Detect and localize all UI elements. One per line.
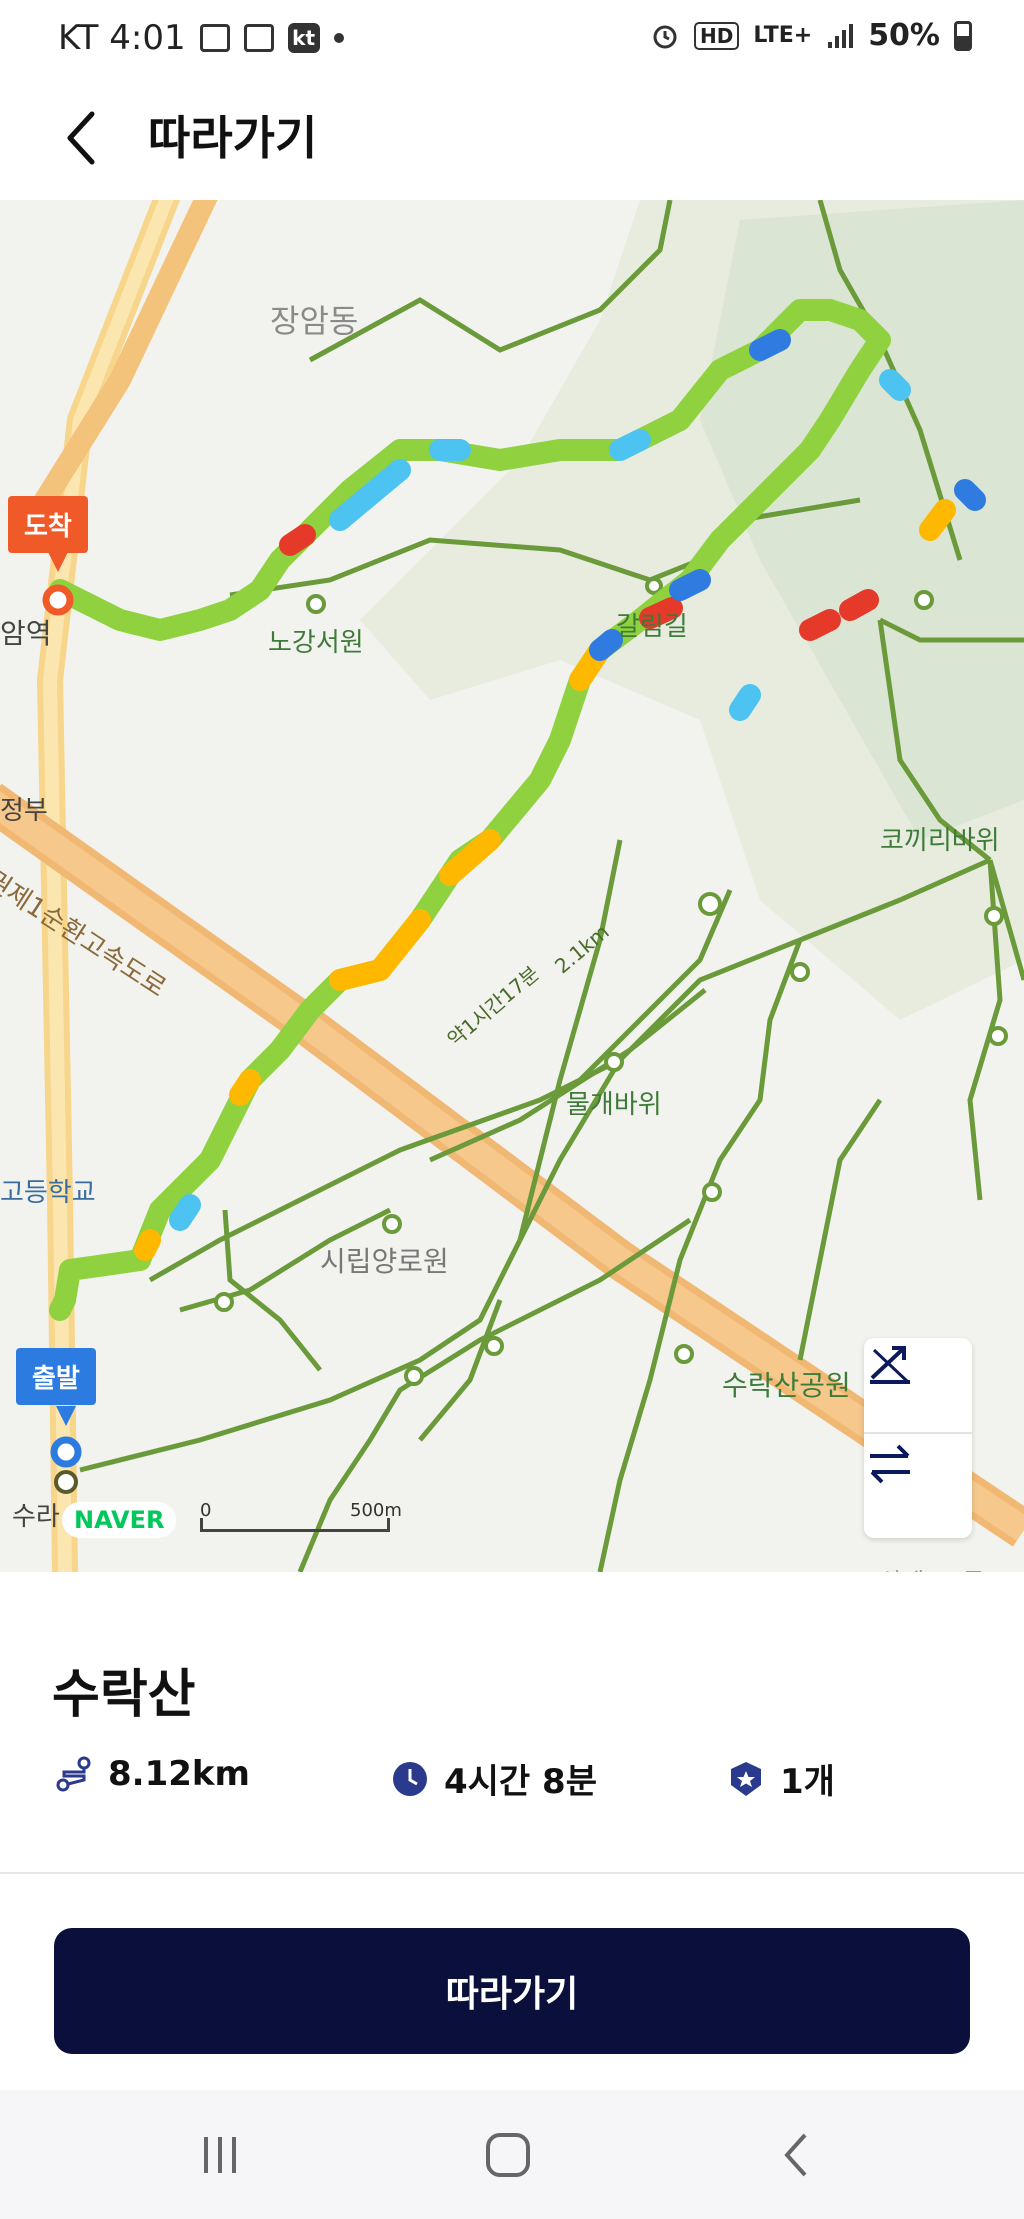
map-label-mulgae: 물개바위 [566,1090,662,1120]
image-icon [199,24,230,52]
hd-icon: HD [693,21,740,50]
status-right: HD LTE+ 50% [650,18,972,53]
map-label-station: 암역 [0,617,52,650]
trail-summary: 수락산 8.12km 4시간 8분 1개 [0,1572,1024,1872]
map-scale-bar [200,1518,390,1532]
signal-icon [826,22,854,50]
slope-icon [870,1346,910,1384]
map-label-suraksan-park: 수락산공원 [722,1369,851,1402]
system-nav-bar [0,2090,1024,2219]
dot-icon [333,33,344,43]
battery-icon [954,20,972,51]
header: 따라가기 [0,80,1024,200]
calendar-icon [243,24,274,52]
distance-value: 8.12km [108,1754,250,1794]
route-icon [56,1756,91,1792]
status-bar: KT 4:01 kt HD LTE+ 50% [0,0,1024,80]
map-label-jangam: 장암동 [270,302,359,340]
alarm-icon [650,21,680,51]
badge-count: 1개 [780,1762,835,1802]
status-left: KT 4:01 kt [58,18,344,58]
recent-apps-button[interactable] [180,2120,260,2190]
back-button[interactable] [52,108,112,168]
duration-value: 4시간 8분 [444,1762,597,1802]
follow-button[interactable]: 따라가기 [54,1928,970,2054]
map-controls [864,1338,972,1538]
map-label-kokkiri: 코끼리바위 [880,826,1000,856]
map-label-yangrowon: 시립양로원 [320,1245,449,1278]
network-type: LTE+ [753,23,813,48]
start-pin[interactable]: 출발 [16,1348,96,1405]
back-icon [784,2133,807,2177]
chevron-left-icon [67,111,95,165]
system-back-button[interactable] [756,2120,836,2190]
map-label-bottom: 상계3.4동 [880,1562,984,1572]
distance-stat: 8.12km [54,1754,250,1794]
map-label-school: 고등학교 [0,1178,96,1208]
map-label-nogang: 노강서원 [268,628,364,658]
home-icon [486,2133,530,2177]
carrier-time: KT 4:01 [58,18,186,58]
map-label-sura: 수라 [12,1502,60,1532]
map-label-jeongbu: 정부 [0,796,48,826]
badge-star-icon [731,1761,761,1796]
home-button[interactable] [468,2120,548,2190]
slope-toggle-button[interactable] [864,1338,972,1434]
section-divider [0,1872,1024,1874]
swap-direction-button[interactable] [864,1438,972,1534]
page-title: 따라가기 [148,111,318,165]
battery-percent: 50% [868,18,940,53]
kt-app-icon: kt [287,23,320,53]
trail-map[interactable]: 장암동 노강서원 갈림길 코끼리바위 물개바위 시립양로원 수락산공원 암역 정… [0,200,1024,1572]
swap-icon [870,1444,910,1484]
map-label-galrim: 갈림길 [616,612,688,642]
duration-stat: 4시간 8분 [390,1754,597,1803]
arrival-pin[interactable]: 도착 [8,496,88,553]
badge-stat: 1개 [726,1754,835,1803]
recent-apps-icon [204,2137,236,2173]
naver-logo: NAVER [62,1502,177,1538]
clock-icon [393,1761,427,1796]
mountain-name: 수락산 [52,1665,196,1725]
